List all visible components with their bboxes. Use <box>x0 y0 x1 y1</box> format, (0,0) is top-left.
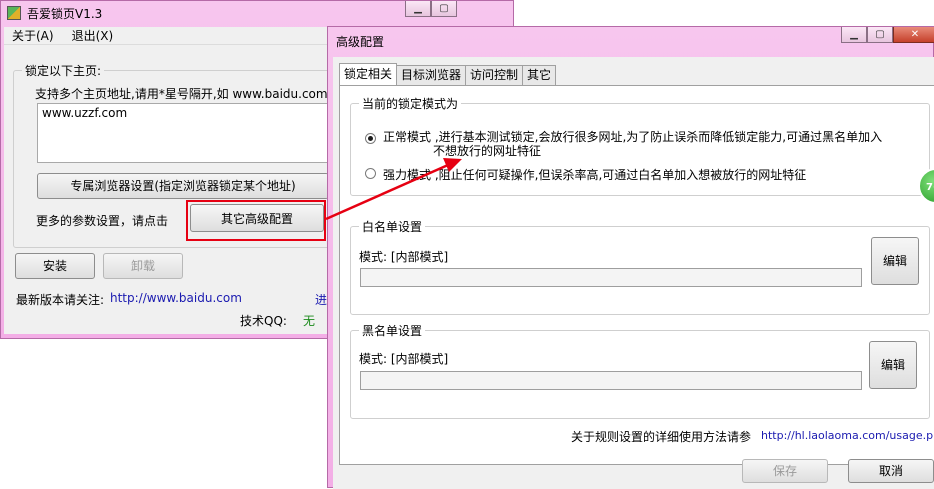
arrow-line <box>325 163 449 221</box>
red-arrow <box>325 158 462 221</box>
